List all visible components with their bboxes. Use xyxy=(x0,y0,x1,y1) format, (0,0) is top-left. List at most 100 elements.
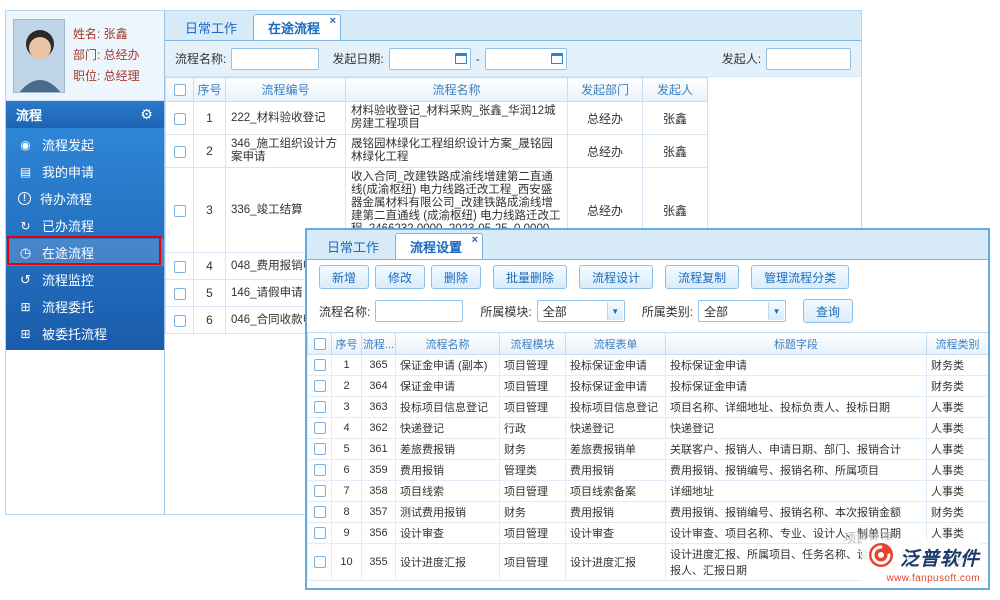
sidebar-item-done-processes[interactable]: 已办流程 xyxy=(6,212,164,239)
process-row[interactable]: 1 365 保证金申请 (副本) 项目管理 投标保证金申请 投标保证金申请 财务… xyxy=(307,354,988,376)
delete-button[interactable]: 删除 xyxy=(431,265,482,289)
cell-no: 6 xyxy=(193,306,226,334)
sidebar-item-label: 流程发起 xyxy=(42,138,95,153)
select-all-checkbox[interactable] xyxy=(313,337,326,350)
calendar-icon[interactable] xyxy=(550,53,563,64)
cell-form: 项目线索备案 xyxy=(565,480,666,502)
row-checkbox[interactable] xyxy=(173,112,186,125)
category-select[interactable]: 全部 xyxy=(698,300,787,322)
column-header-name: 流程名称 xyxy=(345,77,568,102)
cell-title-fields: 快递登记 xyxy=(665,417,927,439)
sidebar-item-pending-processes[interactable]: 待办流程 xyxy=(6,185,164,212)
vendor-logo: 泛普软件 www.fanpusoft.com xyxy=(861,540,982,584)
sidebar-filler xyxy=(6,350,164,514)
desktop: 姓名: 张鑫 部门: 总经办 职位: 总经理 流程 流程发起 我的申请 xyxy=(0,0,1000,600)
process-row[interactable]: 8 357 测试费用报销 财务 费用报销 费用报销、报销编号、报销名称、本次报销… xyxy=(307,501,988,523)
cell-dept: 总经办 xyxy=(567,134,643,168)
cell-no: 1 xyxy=(193,101,226,135)
row-checkbox[interactable] xyxy=(313,485,326,498)
sidebar-item-my-applications[interactable]: 我的申请 xyxy=(6,158,164,185)
sidebar-item-process-monitor[interactable]: 流程监控 xyxy=(6,266,164,293)
cell-category: 财务类 xyxy=(926,501,988,523)
cell-category: 财务类 xyxy=(926,375,988,397)
row-checkbox[interactable] xyxy=(313,464,326,477)
row-checkbox[interactable] xyxy=(313,401,326,414)
sidebar-item-process-start[interactable]: 流程发起 xyxy=(6,131,164,158)
row-checkbox[interactable] xyxy=(313,359,326,372)
manage-category-button[interactable]: 管理流程分类 xyxy=(751,265,850,289)
close-icon[interactable]: × xyxy=(472,235,478,246)
cell-no: 4 xyxy=(331,417,362,439)
chevron-down-icon[interactable] xyxy=(606,302,623,320)
sidebar-item-delegated-processes[interactable]: 被委托流程 xyxy=(6,320,164,347)
column-header-category: 流程类别 xyxy=(926,332,988,355)
column-header-code: 流程... xyxy=(361,332,396,355)
category-label: 所属类别: xyxy=(641,304,694,319)
process-row[interactable]: 2 364 保证金申请 项目管理 投标保证金申请 投标保证金申请 财务类 xyxy=(307,375,988,397)
cell-name: 投标项目信息登记 xyxy=(395,396,500,418)
cell-form: 费用报销 xyxy=(565,459,666,481)
chevron-down-icon[interactable] xyxy=(768,302,785,320)
column-header-sender: 发起人 xyxy=(642,77,708,102)
process-row[interactable]: 3 363 投标项目信息登记 项目管理 投标项目信息登记 项目名称、详细地址、投… xyxy=(307,396,988,418)
row-checkbox[interactable] xyxy=(313,443,326,456)
edit-button[interactable]: 修改 xyxy=(375,265,426,289)
cell-no: 1 xyxy=(331,354,362,376)
row-checkbox[interactable] xyxy=(173,145,186,158)
cell-no: 3 xyxy=(193,167,226,253)
cell-no: 7 xyxy=(331,480,362,502)
date-to-input[interactable] xyxy=(488,52,549,65)
cell-name: 晟铭园林绿化工程组织设计方案_晟铭园林绿化工程 xyxy=(345,134,568,168)
tab-daily-work[interactable]: 日常工作 xyxy=(171,14,251,40)
search-button[interactable]: 查询 xyxy=(803,299,854,323)
add-button[interactable]: 新增 xyxy=(319,265,370,289)
process-name-label: 流程名称: xyxy=(175,52,227,66)
date-from-input[interactable] xyxy=(392,52,453,65)
gear-icon[interactable] xyxy=(139,106,154,123)
close-icon[interactable]: × xyxy=(330,16,336,27)
tab-in-transit[interactable]: 在途流程 × xyxy=(253,14,342,40)
cell-form: 投标保证金申请 xyxy=(565,375,666,397)
column-header-module: 流程模块 xyxy=(499,332,566,355)
batch-delete-button[interactable]: 批量删除 xyxy=(493,265,568,289)
cell-no: 9 xyxy=(331,522,362,544)
row-checkbox[interactable] xyxy=(313,422,326,435)
document-icon xyxy=(18,165,33,179)
process-row[interactable]: 7 358 项目线索 项目管理 项目线索备案 详细地址 人事类 xyxy=(307,480,988,502)
module-select[interactable]: 全部 xyxy=(536,300,625,322)
process-copy-button[interactable]: 流程复制 xyxy=(665,265,740,289)
cell-code: 222_材料验收登记 xyxy=(225,101,346,135)
tab-process-settings[interactable]: 流程设置 × xyxy=(395,233,484,259)
process-row[interactable]: 5 361 差旅费报销 财务 差旅费报销单 关联客户、报销人、申请日期、部门、报… xyxy=(307,438,988,460)
tab-daily-work[interactable]: 日常工作 xyxy=(313,233,393,259)
process-design-button[interactable]: 流程设计 xyxy=(579,265,654,289)
date-to-field[interactable] xyxy=(484,47,567,70)
process-name-input[interactable] xyxy=(231,47,320,70)
process-row[interactable]: 6 359 费用报销 管理类 费用报销 费用报销、报销编号、报销名称、所属项目 … xyxy=(307,459,988,481)
calendar-icon[interactable] xyxy=(454,53,467,64)
category-select-value: 全部 xyxy=(704,304,729,319)
row-checkbox[interactable] xyxy=(313,527,326,540)
table-header-row: 序号 流程... 流程名称 流程模块 流程表单 标题字段 流程类别 xyxy=(307,332,988,355)
cell-name: 保证金申请 xyxy=(395,375,500,397)
row-checkbox[interactable] xyxy=(173,204,186,217)
cell-no: 2 xyxy=(193,134,226,168)
row-checkbox[interactable] xyxy=(313,380,326,393)
select-all-checkbox[interactable] xyxy=(173,84,186,97)
sidebar-item-process-delegate[interactable]: 流程委托 xyxy=(6,293,164,320)
table-row[interactable]: 1 222_材料验收登记 材料验收登记_材料采购_张鑫_华润12城房建工程项目 … xyxy=(165,101,708,135)
date-from-field[interactable] xyxy=(388,47,471,70)
row-checkbox[interactable] xyxy=(173,287,186,300)
cell-code: 357 xyxy=(361,501,396,523)
row-checkbox[interactable] xyxy=(173,260,186,273)
sender-input[interactable] xyxy=(766,47,852,70)
cell-code: 362 xyxy=(361,417,396,439)
process-name-input[interactable] xyxy=(375,300,464,322)
row-checkbox[interactable] xyxy=(313,556,326,569)
cell-category: 人事类 xyxy=(926,438,988,460)
row-checkbox[interactable] xyxy=(313,506,326,519)
table-row[interactable]: 2 346_施工组织设计方案申请 晟铭园林绿化工程组织设计方案_晟铭园林绿化工程… xyxy=(165,134,708,168)
row-checkbox[interactable] xyxy=(173,314,186,327)
process-row[interactable]: 4 362 快递登记 行政 快递登记 快递登记 人事类 xyxy=(307,417,988,439)
cell-no: 10 xyxy=(331,543,362,581)
